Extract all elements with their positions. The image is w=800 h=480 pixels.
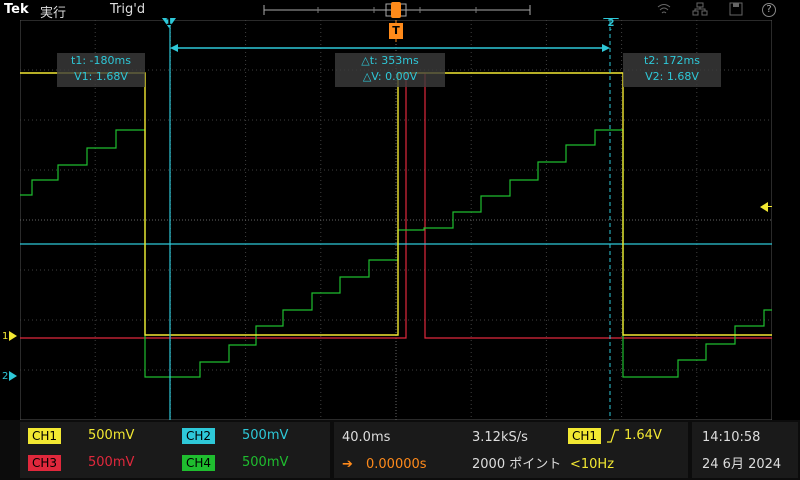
horizontal-panel[interactable]: 40.0ms 3.12kS/s ➔ 0.00000s 2000 ポイント CH1… (334, 422, 688, 478)
rising-edge-icon (606, 428, 620, 448)
cursor1-volt: V1: 1.68V (74, 70, 128, 83)
run-state[interactable]: 実行 (40, 2, 66, 21)
brand-logo: Tek (4, 2, 29, 17)
cursor1-time: t1: -180ms (71, 54, 131, 67)
ch1-scale[interactable]: 500mV (88, 428, 134, 444)
delta-time: △t: 353ms (361, 54, 419, 67)
ch2-ground-marker[interactable]: 2 (2, 371, 18, 382)
help-icon[interactable]: ? (762, 3, 776, 17)
trigger-level-marker[interactable] (760, 202, 768, 212)
ch4-scale[interactable]: 500mV (242, 455, 288, 471)
ch3-scale[interactable]: 500mV (88, 455, 134, 471)
cursor2-time: t2: 172ms (644, 54, 700, 67)
clock-date: 24 6月 2024 (702, 457, 782, 472)
ch3-badge[interactable]: CH3 (28, 455, 62, 471)
trigger-position-marker[interactable]: T (389, 23, 403, 39)
cursor2-readout: t2: 172ms V2: 1.68V (623, 53, 721, 87)
network-icon[interactable] (692, 2, 708, 18)
delay-arrow-icon: ➔ (342, 457, 353, 472)
ch3-trace (20, 72, 772, 339)
delta-readout: △t: 353ms △V: 0.00V (335, 53, 445, 87)
timebase[interactable]: 40.0ms (342, 430, 390, 446)
status-panel: CH1 500mV CH2 500mV CH3 500mV CH4 500mV … (0, 420, 800, 480)
horizontal-delay[interactable]: 0.00000s (366, 457, 427, 473)
ch1-badge[interactable]: CH1 (28, 428, 62, 444)
trigger-state: Trig'd (110, 2, 146, 17)
clock-time: 14:10:58 (702, 430, 761, 445)
cursor1-readout: t1: -180ms V1: 1.68V (57, 53, 145, 87)
channel-panel: CH1 500mV CH2 500mV CH3 500mV CH4 500mV (20, 422, 330, 478)
ch2-badge[interactable]: CH2 (182, 428, 216, 444)
trigger-source-badge[interactable]: CH1 (568, 428, 602, 444)
trigger-level[interactable]: 1.64V (624, 428, 662, 444)
wifi-icon[interactable] (656, 2, 672, 18)
cursor2-volt: V2: 1.68V (645, 70, 699, 83)
ch4-badge[interactable]: CH4 (182, 455, 216, 471)
trigger-frequency: <10Hz (570, 457, 615, 472)
save-icon[interactable] (728, 2, 744, 18)
trigger-top-icon (391, 2, 401, 18)
clock-panel: 14:10:58 24 6月 2024 (692, 422, 798, 478)
sample-rate: 3.12kS/s (472, 430, 528, 445)
record-length[interactable]: 2000 ポイント (472, 457, 561, 473)
delta-volt: △V: 0.00V (362, 70, 418, 83)
ch2-scale[interactable]: 500mV (242, 428, 288, 444)
ch1-ground-marker[interactable]: 1 (2, 331, 18, 342)
